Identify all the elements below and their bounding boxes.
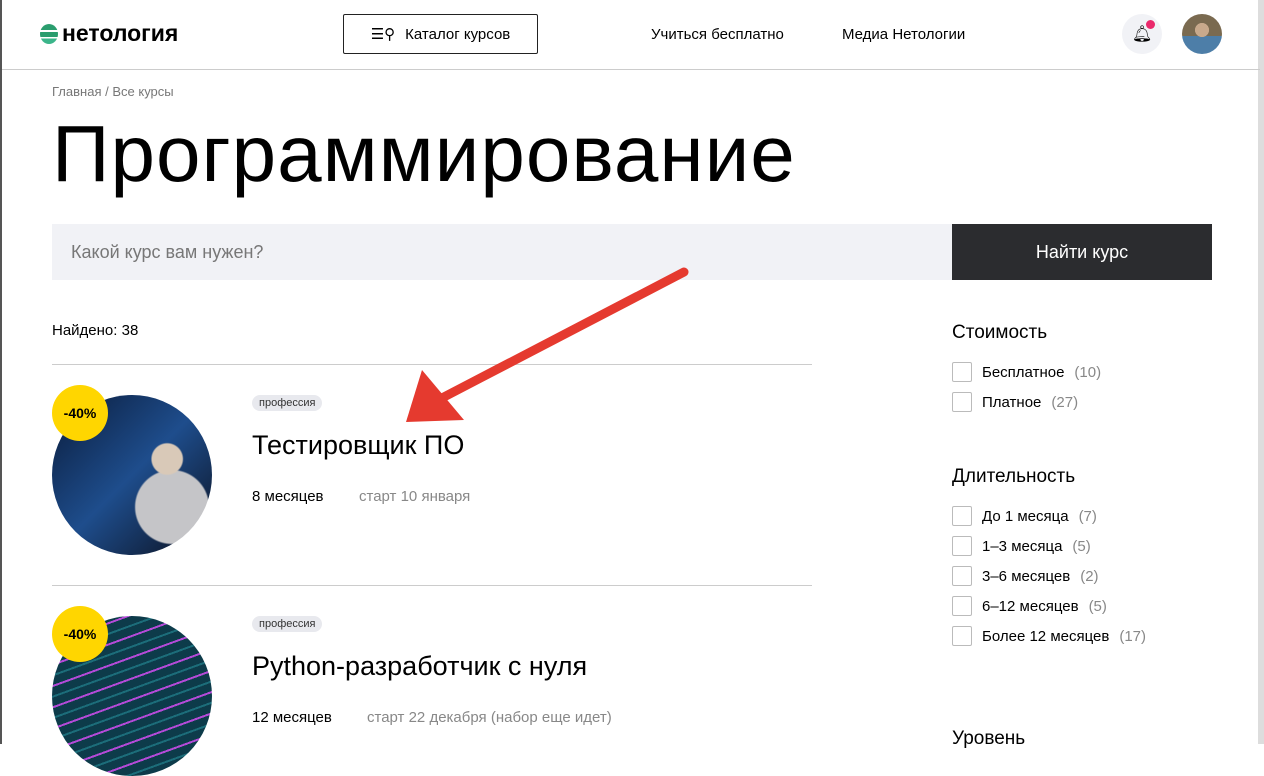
catalog-search-icon: ☰⚲ bbox=[370, 26, 396, 43]
results-count: Найдено: 38 bbox=[52, 322, 139, 339]
search-button[interactable]: Найти курс bbox=[952, 224, 1212, 280]
checkbox[interactable] bbox=[952, 506, 972, 526]
checkbox[interactable] bbox=[952, 596, 972, 616]
course-title[interactable]: Python-разработчик с нуля bbox=[252, 651, 587, 682]
filter-option[interactable]: Платное (27) bbox=[952, 382, 1101, 422]
course-title[interactable]: Тестировщик ПО bbox=[252, 430, 464, 461]
filter-title: Уровень bbox=[952, 728, 1026, 749]
breadcrumb-home[interactable]: Главная bbox=[52, 84, 101, 99]
logo-icon bbox=[40, 23, 58, 44]
checkbox[interactable] bbox=[952, 626, 972, 646]
avatar[interactable] bbox=[1182, 14, 1222, 54]
filter-level: Уровень bbox=[952, 728, 1025, 768]
course-start: старт 22 декабря (набор еще идет) bbox=[367, 709, 612, 726]
course-duration: 8 месяцев bbox=[252, 488, 324, 505]
course-card[interactable]: -40% профессия Python-разработчик с нуля… bbox=[52, 586, 812, 776]
course-start: старт 10 января bbox=[359, 488, 471, 505]
discount-badge: -40% bbox=[52, 385, 108, 441]
notifications-button[interactable]: 🔔︎ bbox=[1122, 14, 1162, 54]
course-duration: 12 месяцев bbox=[252, 709, 332, 726]
course-card[interactable]: -40% профессия Тестировщик ПО 8 месяцев … bbox=[52, 365, 812, 555]
checkbox[interactable] bbox=[952, 392, 972, 412]
catalog-button[interactable]: ☰⚲ Каталог курсов bbox=[343, 14, 538, 54]
breadcrumb-all-courses[interactable]: Все курсы bbox=[112, 84, 173, 99]
breadcrumb: Главная / Все курсы bbox=[52, 84, 174, 99]
header: нетология ☰⚲ Каталог курсов Учиться беспл… bbox=[2, 0, 1260, 70]
checkbox[interactable] bbox=[952, 362, 972, 382]
filter-cost: Стоимость Бесплатное (10) Платное (27) bbox=[952, 322, 1101, 422]
course-tag: профессия bbox=[252, 616, 323, 632]
filter-duration: Длительность До 1 месяца (7) 1–3 месяца (5… bbox=[952, 466, 1146, 656]
notification-dot bbox=[1146, 20, 1155, 29]
filter-title: Длительность bbox=[952, 466, 1076, 487]
search-input[interactable] bbox=[52, 224, 952, 280]
nav-media[interactable]: Медиа Нетологии bbox=[842, 26, 965, 43]
filter-option[interactable]: Более 12 месяцев (17) bbox=[952, 616, 1146, 656]
checkbox[interactable] bbox=[952, 536, 972, 556]
checkbox[interactable] bbox=[952, 566, 972, 586]
logo[interactable]: нетология bbox=[40, 20, 178, 47]
page-title: Программирование bbox=[52, 109, 796, 198]
filter-title: Стоимость bbox=[952, 322, 1048, 343]
nav-free-learning[interactable]: Учиться бесплатно bbox=[651, 26, 784, 43]
discount-badge: -40% bbox=[52, 606, 108, 662]
course-tag: профессия bbox=[252, 395, 323, 411]
